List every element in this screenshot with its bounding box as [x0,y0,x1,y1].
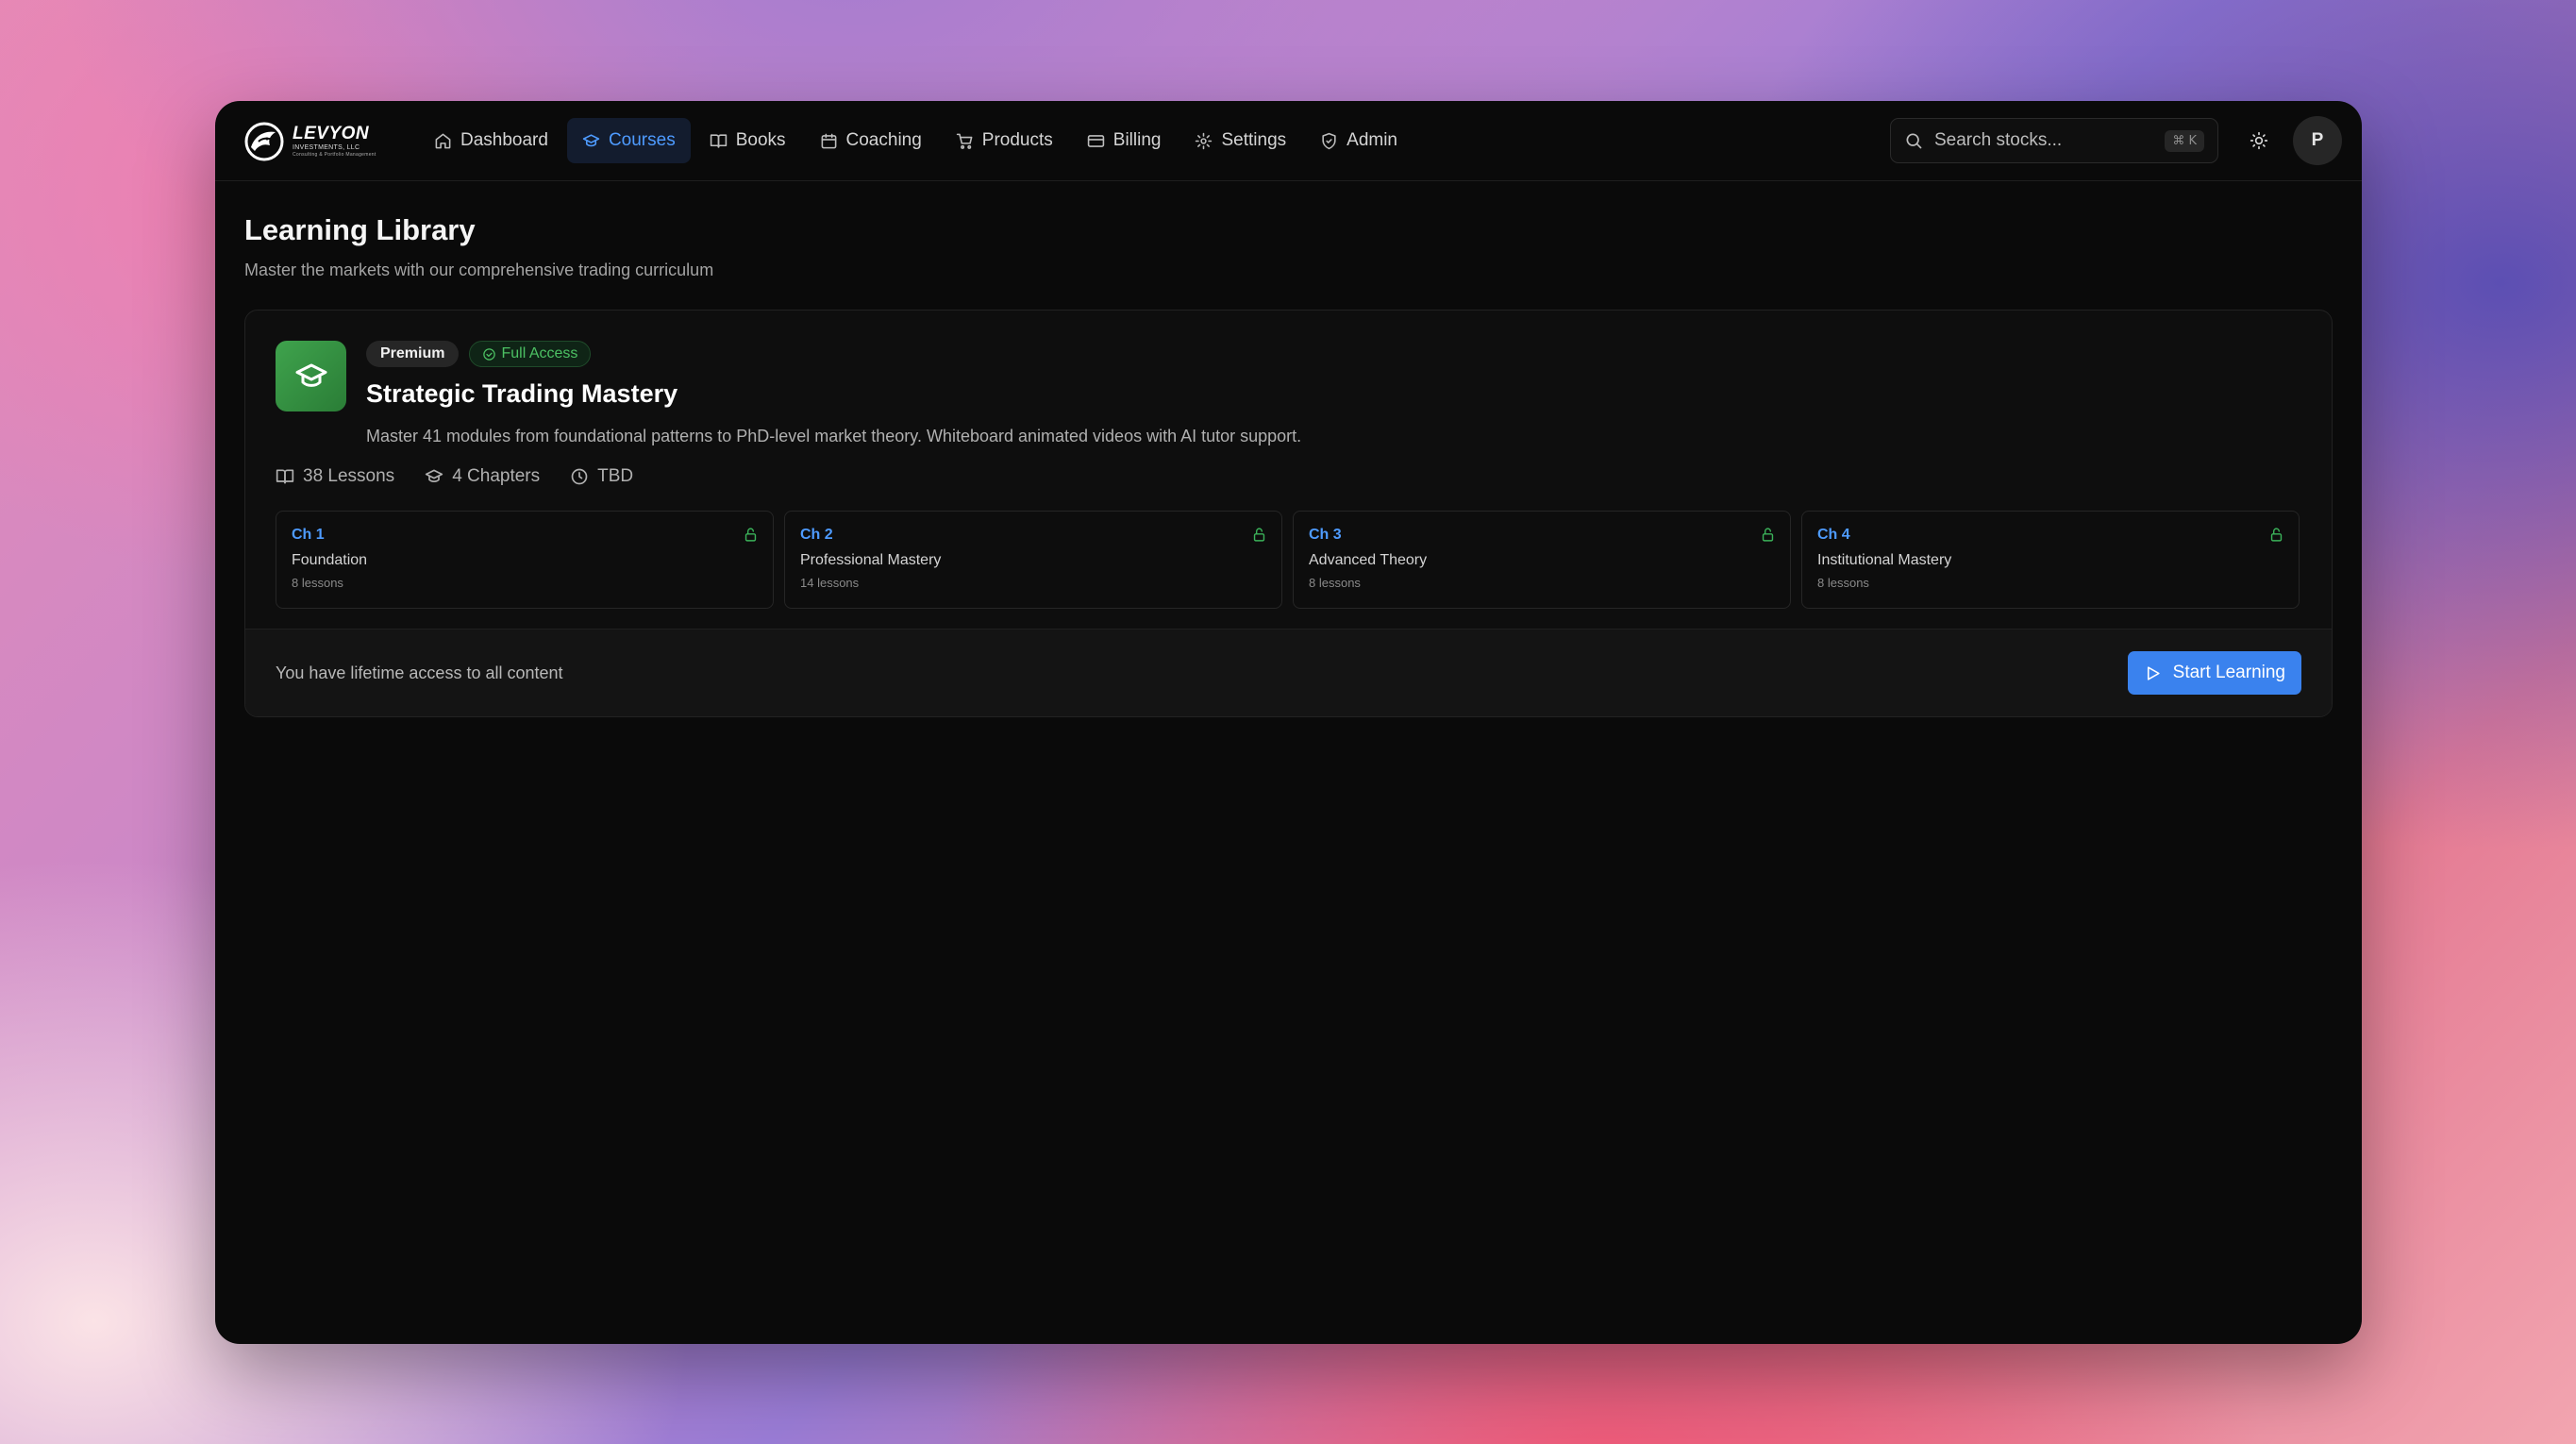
course-description: Master 41 modules from foundational patt… [366,427,1302,445]
chapters-count: 4 Chapters [425,466,540,487]
course-card-body: Premium Full Access Strategic Trading Ma… [245,311,2332,629]
start-learning-button[interactable]: Start Learning [2127,651,2301,695]
nav-item-courses[interactable]: Courses [566,118,691,163]
page-subtitle: Master the markets with our comprehensiv… [244,260,714,279]
chapter-name: Institutional Mastery [1817,552,1952,568]
nav-item-label: Books [735,130,786,150]
course-title[interactable]: Strategic Trading Mastery [366,379,1301,409]
course-header: Premium Full Access Strategic Trading Ma… [366,341,1301,446]
nav-item-books[interactable]: Books [694,118,801,163]
full-access-badge: Full Access [469,341,592,367]
lessons-count: 38 Lessons [276,466,394,487]
nav-item-settings[interactable]: Settings [1179,118,1301,163]
full-access-label: Full Access [501,345,578,361]
brand-wordmark: LEVYON INVESTMENTS, LLC Consulting & Por… [293,125,376,158]
graduation-cap-icon [426,469,443,483]
lion-logo-icon [244,122,284,161]
lessons-count-label: 38 Lessons [303,466,395,486]
brand-tagline: Consulting & Portfolio Management [293,151,376,158]
chapter-list: Ch 1 Foundation 8 lessons Ch 2 Professio… [276,511,2300,609]
nav-item-label: Coaching [845,130,922,150]
brand-subtitle: INVESTMENTS, LLC [293,143,360,151]
search-shortcut-badge: ⌘ K [2165,129,2204,152]
chapters-count-label: 4 Chapters [452,466,541,486]
course-meta: 38 Lessons 4 Chapters TBD [276,466,633,487]
shield-icon [1322,132,1336,149]
nav-item-products[interactable]: Products [941,118,1068,163]
nav-item-coaching[interactable]: Coaching [805,118,937,163]
theme-toggle-button[interactable] [2241,123,2277,159]
start-learning-label: Start Learning [2172,663,2285,682]
premium-badge: Premium [366,341,460,367]
unlock-icon [1251,527,1267,543]
search-input[interactable] [1934,130,2151,151]
course-badges: Premium Full Access [366,341,1301,367]
book-icon [710,133,727,148]
home-icon [435,133,451,148]
nav-item-label: Settings [1221,130,1287,150]
unlock-icon [2268,527,2284,543]
course-thumbnail [276,341,346,411]
calendar-icon [821,133,836,148]
chapter-number: Ch 3 [1309,527,1342,543]
course-duration-label: TBD [597,466,634,486]
chapter-card-1[interactable]: Ch 1 Foundation 8 lessons [276,511,774,609]
page-title: Learning Library [244,213,476,246]
unlock-icon [1760,527,1776,543]
nav-item-billing[interactable]: Billing [1072,118,1177,163]
chapter-name: Advanced Theory [1309,552,1428,568]
chapter-card-2[interactable]: Ch 2 Professional Mastery 14 lessons [784,511,1282,609]
nav-item-dashboard[interactable]: Dashboard [419,118,563,163]
sun-icon [2250,131,2268,150]
graduation-cap-icon [582,133,600,146]
access-status-text: You have lifetime access to all content [276,663,563,682]
chapter-number: Ch 4 [1817,527,1850,543]
graduation-cap-icon [295,363,326,387]
chapter-number: Ch 1 [292,527,325,543]
nav-item-admin[interactable]: Admin [1305,118,1413,163]
brand-name: LEVYON [293,123,370,143]
chapter-lesson-count: 14 lessons [800,576,860,590]
course-card-footer: You have lifetime access to all content … [245,629,2332,716]
search-box[interactable]: ⌘ K [1890,118,2218,163]
chapter-card-3[interactable]: Ch 3 Advanced Theory 8 lessons [1293,511,1791,609]
nav-item-label: Courses [608,130,676,150]
cart-icon [956,133,973,149]
nav-item-label: Products [981,130,1053,150]
chapter-card-4[interactable]: Ch 4 Institutional Mastery 8 lessons [1801,511,2300,609]
chapter-lesson-count: 8 lessons [292,576,343,590]
app-window: LEVYON INVESTMENTS, LLC Consulting & Por… [215,101,2362,1344]
chapter-name: Foundation [292,552,368,568]
nav-item-label: Admin [1347,130,1397,150]
brand-logo[interactable]: LEVYON INVESTMENTS, LLC Consulting & Por… [242,119,381,162]
nav-item-label: Dashboard [460,130,548,150]
play-icon [2147,665,2160,680]
user-avatar[interactable]: P [2293,116,2342,165]
clock-icon [571,468,588,485]
nav-item-label: Billing [1112,130,1162,150]
main-nav: Dashboard Courses Books Coaching Product… [419,118,1413,163]
course-duration: TBD [570,466,633,487]
chapter-number: Ch 2 [800,527,833,543]
main-content: Learning Library Master the markets with… [215,213,2362,717]
unlock-icon [743,527,759,543]
chapter-lesson-count: 8 lessons [1309,576,1361,590]
chapter-lesson-count: 8 lessons [1817,576,1869,590]
top-navbar: LEVYON INVESTMENTS, LLC Consulting & Por… [215,101,2362,181]
gear-icon [1196,132,1213,149]
credit-card-icon [1087,134,1104,147]
search-icon [1906,133,1922,149]
course-card: Premium Full Access Strategic Trading Ma… [244,310,2333,717]
book-open-icon [276,469,294,484]
chapter-name: Professional Mastery [800,552,942,568]
check-circle-icon [483,347,496,361]
